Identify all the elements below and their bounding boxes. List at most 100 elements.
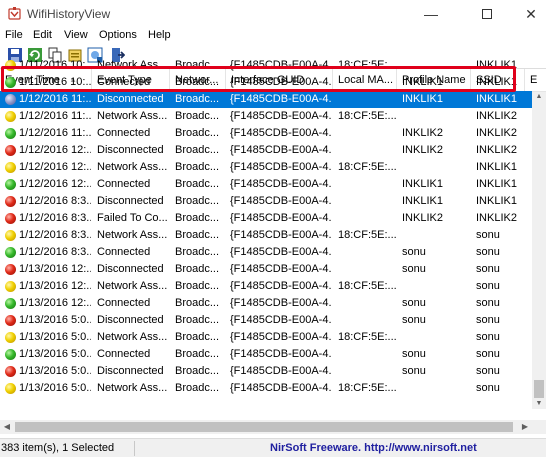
menu-edit[interactable]: Edit <box>33 29 52 41</box>
table-row[interactable]: 1/13/2016 5:0... Connected Broadc... {F1485… <box>0 346 532 363</box>
table-row[interactable]: 1/12/2016 8:3... Connected Broadc... {F1485… <box>0 244 532 261</box>
status-dot-icon <box>5 128 16 139</box>
cell-ssid: sonu <box>476 314 500 326</box>
table-row[interactable]: 1/11/2016 10:... Network Ass... Broadc... {… <box>0 57 532 74</box>
cell-profile: sonu <box>402 365 426 377</box>
table-row[interactable]: 1/12/2016 11:... Network Ass... Broadc... {… <box>0 108 532 125</box>
table-row[interactable]: 1/13/2016 12:... Disconnected Broadc... {F1… <box>0 261 532 278</box>
cell-type: Disconnected <box>97 263 164 275</box>
menu-file[interactable]: File <box>5 29 23 41</box>
table-row[interactable]: 1/13/2016 12:... Network Ass... Broadc... {… <box>0 278 532 295</box>
cell-type: Connected <box>97 178 151 190</box>
cell-mac <box>338 346 396 363</box>
scroll-left-icon[interactable]: ◀ <box>0 420 14 434</box>
cell-mac: 18:CF:5E:... <box>338 229 396 241</box>
table-row[interactable]: 1/13/2016 5:0... Network Ass... Broadc... {… <box>0 380 532 397</box>
cell-guid: {F1485CDB-E00A-4... <box>230 110 332 122</box>
cell-guid: {F1485CDB-E00A-4... <box>230 246 332 258</box>
menu-help[interactable]: Help <box>148 29 171 41</box>
cell-mac <box>338 125 396 142</box>
cell-ssid: INKLIK1 <box>476 93 517 105</box>
cell-profile <box>402 108 470 125</box>
cell-time: 1/12/2016 8:3... <box>19 246 91 258</box>
cell-mac: 18:CF:5E:... <box>338 331 396 343</box>
status-dot-icon <box>5 332 16 343</box>
cell-guid: {F1485CDB-E00A-4... <box>230 161 332 173</box>
maximize-button[interactable] <box>464 0 510 28</box>
menu-view[interactable]: View <box>64 29 88 41</box>
cell-type: Network Ass... <box>97 331 168 343</box>
table-row[interactable]: 1/12/2016 8:3... Disconnected Broadc... {F1… <box>0 193 532 210</box>
status-dot-icon <box>5 196 16 207</box>
cell-mac: 18:CF:5E:... <box>338 59 396 71</box>
cell-guid: {F1485CDB-E00A-4... <box>230 127 332 139</box>
table-row[interactable]: 1/11/2016 10:... Connected Broadc... {F1485… <box>0 74 532 91</box>
cell-guid: {F1485CDB-E00A-4... <box>230 280 332 292</box>
table-row[interactable]: 1/12/2016 12:... Network Ass... Broadc... {… <box>0 159 532 176</box>
table-row[interactable]: 1/13/2016 12:... Connected Broadc... {F1485… <box>0 295 532 312</box>
cell-network: Broadc... <box>175 365 220 377</box>
cell-type: Network Ass... <box>97 280 168 292</box>
cell-guid: {F1485CDB-E00A-4... <box>230 195 332 207</box>
cell-guid: {F1485CDB-E00A-4... <box>230 59 332 71</box>
table-row[interactable]: 1/13/2016 5:0... Disconnected Broadc... {F1… <box>0 312 532 329</box>
close-button[interactable]: ✕ <box>508 0 546 28</box>
cell-network: Broadc... <box>175 314 220 326</box>
table-row[interactable]: 1/12/2016 8:3... Network Ass... Broadc... {… <box>0 227 532 244</box>
cell-mac <box>338 176 396 193</box>
table-row[interactable]: 1/12/2016 12:... Disconnected Broadc... {F1… <box>0 142 532 159</box>
minimize-button[interactable]: — <box>408 0 454 28</box>
minimize-icon: — <box>424 6 438 22</box>
cell-time: 1/12/2016 8:3... <box>19 229 91 241</box>
cell-profile: sonu <box>402 263 426 275</box>
status-dot-icon <box>5 60 16 71</box>
cell-ssid: INKLIK1 <box>476 161 517 173</box>
cell-time: 1/13/2016 5:0... <box>19 314 91 326</box>
cell-type: Disconnected <box>97 314 164 326</box>
cell-type: Connected <box>97 348 151 360</box>
status-dot-icon <box>5 264 16 275</box>
cell-profile: sonu <box>402 348 426 360</box>
status-separator <box>134 441 135 456</box>
scroll-right-icon[interactable]: ▶ <box>518 420 532 434</box>
cell-profile: INKLIK2 <box>402 212 443 224</box>
cell-network: Broadc... <box>175 59 220 71</box>
cell-mac <box>338 210 396 227</box>
scroll-up-icon[interactable]: ▲ <box>532 92 546 102</box>
cell-guid: {F1485CDB-E00A-4... <box>230 314 332 326</box>
cell-ssid: sonu <box>476 246 500 258</box>
cell-profile: INKLIK1 <box>402 76 443 88</box>
table-row[interactable]: 1/12/2016 8:3... Failed To Co... Broadc...… <box>0 210 532 227</box>
cell-network: Broadc... <box>175 144 220 156</box>
table-row[interactable]: 1/12/2016 12:... Connected Broadc... {F1485… <box>0 176 532 193</box>
cell-profile <box>402 227 470 244</box>
menu-options[interactable]: Options <box>99 29 137 41</box>
cell-type: Disconnected <box>97 93 164 105</box>
cell-mac: 18:CF:5E:... <box>338 161 396 173</box>
cell-time: 1/12/2016 11:... <box>19 93 91 105</box>
table-row[interactable]: 1/13/2016 5:0... Disconnected Broadc... {F1… <box>0 363 532 380</box>
cell-type: Network Ass... <box>97 110 168 122</box>
cell-network: Broadc... <box>175 212 220 224</box>
cell-time: 1/13/2016 5:0... <box>19 365 91 377</box>
cell-profile <box>402 329 470 346</box>
cell-ssid: INKLIK1 <box>476 195 517 207</box>
horizontal-scrollbar[interactable]: ◀ ▶ <box>0 420 546 434</box>
vertical-scroll-thumb[interactable] <box>534 380 544 398</box>
cell-network: Broadc... <box>175 76 220 88</box>
table-row[interactable]: 1/13/2016 5:0... Network Ass... Broadc... {… <box>0 329 532 346</box>
table-row[interactable]: 1/12/2016 11:... Connected Broadc... {F1485… <box>0 125 532 142</box>
cell-mac <box>338 142 396 159</box>
status-dot-icon <box>5 77 16 88</box>
cell-mac <box>338 312 396 329</box>
vertical-scrollbar[interactable]: ▲ ▼ <box>532 92 546 409</box>
cell-time: 1/12/2016 12:... <box>19 178 91 190</box>
table-row[interactable]: 1/12/2016 11:... Disconnected Broadc... {F1… <box>0 91 532 108</box>
cell-network: Broadc... <box>175 348 220 360</box>
status-dot-icon <box>5 145 16 156</box>
cell-time: 1/12/2016 12:... <box>19 161 91 173</box>
horizontal-scroll-thumb[interactable] <box>15 422 513 432</box>
scroll-down-icon[interactable]: ▼ <box>532 399 546 409</box>
cell-ssid: INKLIK2 <box>476 110 517 122</box>
nirsoft-link[interactable]: NirSoft Freeware. http://www.nirsoft.net <box>270 442 477 454</box>
